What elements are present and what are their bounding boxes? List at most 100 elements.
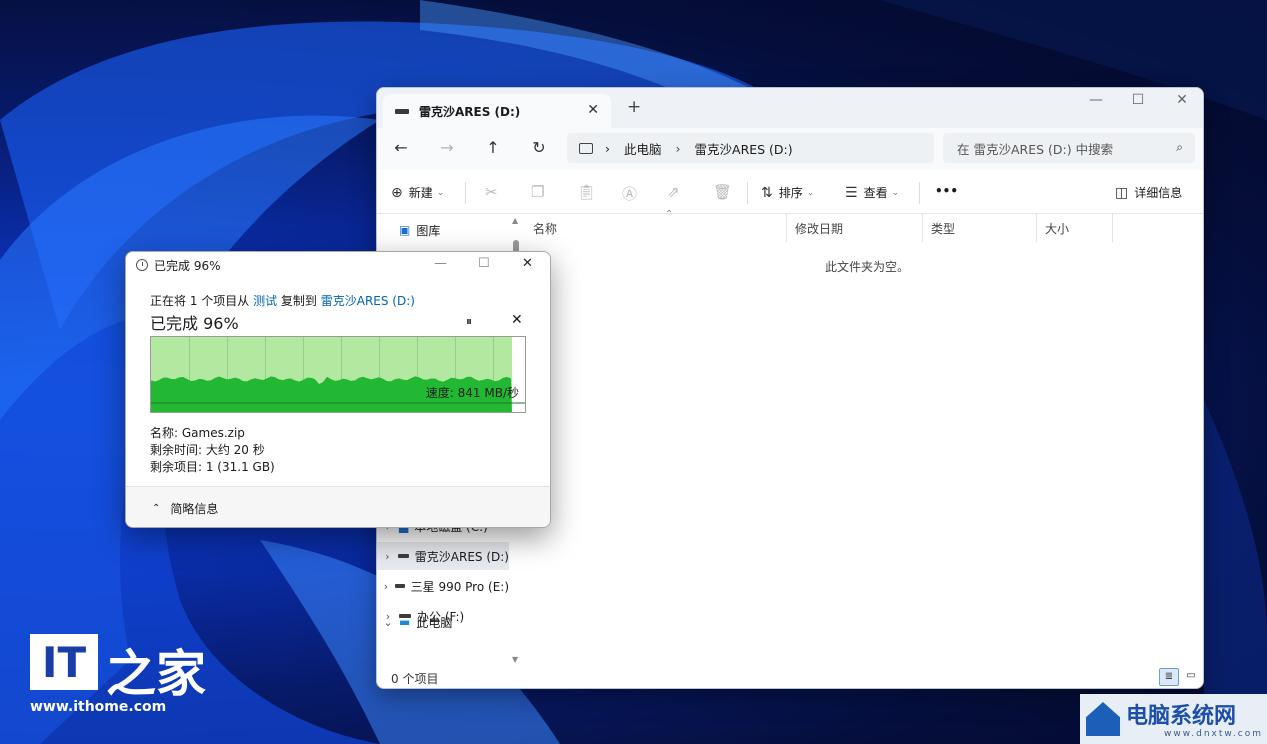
items-remaining-line: 剩余项目: 1 (31.1 GB): [150, 460, 275, 474]
plus-circle-icon: ⊕: [391, 184, 403, 201]
breadcrumb-this-pc[interactable]: 此电脑: [624, 139, 662, 158]
share-icon[interactable]: ⇗: [667, 183, 680, 201]
new-button[interactable]: ⊕ 新建 ⌄: [391, 184, 444, 201]
copy-progress-dialog: 已完成 96% — ☐ ✕ 正在将 1 个项目从 测试 复制到 雷克沙ARES …: [125, 251, 551, 528]
new-label: 新建: [408, 186, 433, 200]
close-button[interactable]: ✕: [1159, 92, 1203, 108]
details-label: 详细信息: [1134, 186, 1183, 200]
forward-button[interactable]: →: [435, 138, 459, 157]
sort-button[interactable]: ⇅ 排序 ⌄: [761, 184, 814, 201]
breadcrumb-separator: ›: [605, 140, 610, 156]
gallery-icon: ▣: [399, 223, 411, 237]
tiles-view-icon[interactable]: ▭: [1181, 668, 1201, 686]
house-logo-icon: [1086, 702, 1120, 736]
view-label: 查看: [863, 186, 888, 200]
delete-icon[interactable]: 🗑︎: [713, 183, 732, 201]
dnxtw-watermark: 电脑系统网 www.dnxtw.com: [1080, 694, 1267, 744]
scroll-down-icon[interactable]: ▼: [512, 655, 518, 664]
rename-icon[interactable]: Ⓐ: [622, 183, 637, 204]
details-button[interactable]: ◫ 详细信息: [1115, 184, 1182, 201]
empty-folder-message: 此文件夹为空。: [825, 260, 910, 274]
details-view-icon[interactable]: ≣: [1159, 668, 1179, 686]
more-options-button[interactable]: •••: [935, 184, 958, 198]
source-link[interactable]: 测试: [253, 294, 277, 308]
maximize-button[interactable]: ☐: [1115, 92, 1161, 108]
dialog-title: 已完成 96%: [154, 258, 221, 273]
chevron-right-icon[interactable]: ›: [377, 610, 399, 623]
tab-label: 雷克沙ARES (D:): [419, 104, 521, 119]
chevron-down-icon: ⌄: [436, 187, 445, 198]
chevron-up-icon: ⌃: [152, 502, 161, 514]
back-button[interactable]: ←: [389, 138, 413, 157]
sidebar-item-drive-d[interactable]: › 雷克沙ARES (D:): [377, 542, 509, 570]
sidebar-item-gallery[interactable]: ▣ 图库: [377, 216, 509, 244]
sidebar-item-label: 雷克沙ARES (D:): [414, 549, 509, 564]
pause-button[interactable]: ⏸: [466, 314, 472, 329]
scroll-up-icon[interactable]: ▲: [512, 216, 518, 225]
chevron-right-icon[interactable]: ›: [377, 550, 398, 563]
column-size[interactable]: 大小: [1037, 214, 1113, 242]
file-name-line: 名称: Games.zip: [150, 426, 245, 440]
search-placeholder: 在 雷克沙ARES (D:) 中搜索: [957, 141, 1114, 157]
destination-link[interactable]: 雷克沙ARES (D:): [321, 294, 415, 308]
copy-middle: 复制到: [277, 294, 321, 308]
address-bar[interactable]: › 此电脑 › 雷克沙ARES (D:): [567, 133, 934, 163]
sidebar-item-label: 图库: [416, 223, 441, 238]
chevron-down-icon: ⌄: [806, 187, 815, 198]
dnxtw-url: www.dnxtw.com: [1164, 729, 1264, 739]
copy-description: 正在将 1 个项目从 测试 复制到 雷克沙ARES (D:): [150, 292, 415, 309]
refresh-button[interactable]: ↻: [527, 138, 551, 157]
dialog-body: 正在将 1 个项目从 测试 复制到 雷克沙ARES (D:) 已完成 96% ⏸…: [126, 278, 550, 486]
view-icon: ☰: [845, 184, 858, 201]
progress-text: 已完成 96%: [150, 314, 239, 333]
sort-icon: ⇅: [761, 184, 773, 201]
paste-icon[interactable]: 📋︎: [577, 183, 596, 201]
maximize-button[interactable]: ☐: [478, 256, 490, 271]
toolbar-divider: [747, 182, 748, 204]
column-modified[interactable]: 修改日期: [787, 214, 923, 242]
copy-prefix: 正在将 1 个项目从: [150, 294, 254, 308]
explorer-titlebar: 雷克沙ARES (D:) ✕ + — ☐ ✕: [377, 88, 1203, 128]
fewer-details-toggle[interactable]: ⌃ 简略信息: [126, 486, 550, 527]
column-name[interactable]: 名称: [525, 214, 787, 242]
tab-drive-d[interactable]: 雷克沙ARES (D:) ✕: [383, 94, 611, 128]
view-button[interactable]: ☰ 查看 ⌄: [845, 184, 899, 201]
clock-icon: [136, 259, 148, 271]
file-list: ⌃ 名称 修改日期 类型 大小 此文件夹为空。: [525, 209, 1203, 666]
tab-close-button[interactable]: ✕: [587, 102, 599, 118]
drive-icon: [394, 584, 405, 588]
minimize-button[interactable]: —: [434, 256, 447, 271]
ithome-logo: IT: [30, 634, 98, 690]
ithome-logo-text: 之家: [106, 645, 206, 703]
cancel-button[interactable]: ✕: [511, 312, 523, 328]
speed-area: [151, 376, 525, 412]
search-icon: ⌕: [1176, 140, 1183, 154]
close-button[interactable]: ✕: [522, 256, 533, 271]
toolbar-divider: [465, 182, 466, 204]
chevron-down-icon: ⌄: [891, 187, 900, 198]
sort-label: 排序: [778, 186, 803, 200]
transfer-speed-graph: 速度: 841 MB/秒: [150, 336, 526, 413]
sidebar-item-drive-f[interactable]: › 办公 (F:): [377, 602, 509, 630]
details-pane-icon: ◫: [1115, 184, 1129, 201]
sidebar-item-label: 三星 990 Pro (E:): [410, 579, 509, 594]
sidebar-item-drive-e[interactable]: › 三星 990 Pro (E:): [377, 572, 509, 600]
search-box[interactable]: 在 雷克沙ARES (D:) 中搜索 ⌕: [943, 133, 1195, 163]
minimize-button[interactable]: —: [1073, 92, 1119, 108]
sidebar-item-label: 办公 (F:): [417, 609, 465, 624]
dnxtw-name: 电脑系统网: [1126, 704, 1237, 729]
drive-icon: [395, 108, 409, 114]
status-bar: 0 个项目: [377, 666, 1203, 688]
column-type[interactable]: 类型: [923, 214, 1037, 242]
new-tab-button[interactable]: +: [627, 97, 641, 117]
breadcrumb-drive[interactable]: 雷克沙ARES (D:): [695, 139, 793, 158]
toolbar-divider: [919, 182, 920, 204]
copy-icon[interactable]: ❐: [531, 183, 544, 201]
drive-icon: [399, 614, 411, 618]
cut-icon[interactable]: ✂: [485, 183, 498, 201]
navigation-pane-lower: › ▙ 本地磁盘 (C:) › 雷克沙ARES (D:) › 三星 990 Pr…: [377, 510, 525, 666]
navigation-bar: ← → ↑ ↻ › 此电脑 › 雷克沙ARES (D:) 在 雷克沙ARES (…: [377, 128, 1203, 170]
up-button[interactable]: ↑: [481, 138, 505, 157]
chevron-right-icon[interactable]: ›: [377, 580, 395, 593]
item-count: 0 个项目: [391, 671, 439, 686]
